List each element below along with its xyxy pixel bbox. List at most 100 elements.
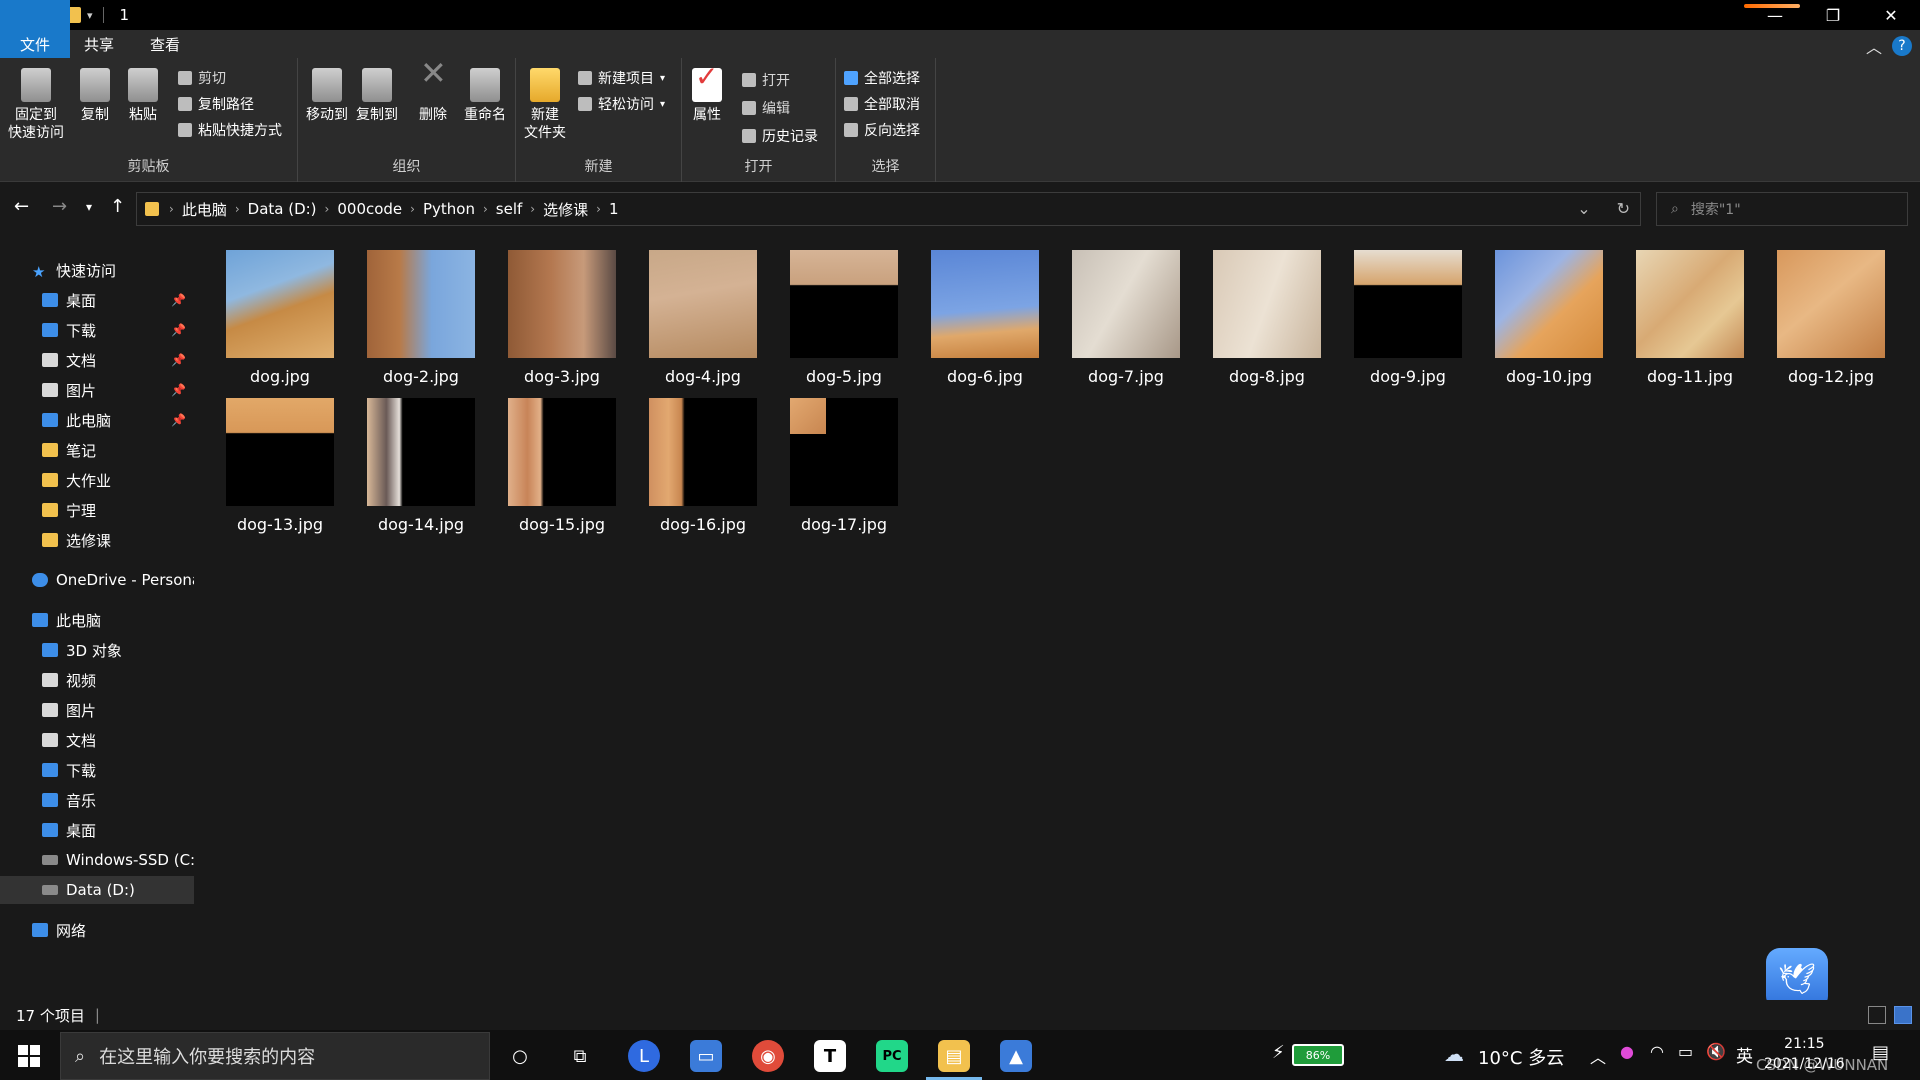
wifi-icon[interactable]: ◠ [1650, 1042, 1664, 1061]
sidebar-item-big-assignment[interactable]: 大作业 [0, 466, 194, 494]
cortana-icon[interactable]: ○ [504, 1040, 536, 1072]
sidebar-item-downloads[interactable]: 下载 📌 [0, 316, 194, 344]
copy-path-button[interactable]: 复制路径 [178, 94, 254, 114]
cut-button[interactable]: 剪切 [178, 68, 226, 88]
pin-icon[interactable]: 📌 [171, 413, 186, 427]
pin-icon[interactable]: 📌 [171, 323, 186, 337]
new-folder-button[interactable]: 新建 文件夹 [524, 68, 566, 142]
sidebar-item-notes[interactable]: 笔记 [0, 436, 194, 464]
taskbar-search-box[interactable]: ⌕ 在这里输入你要搜索的内容 [60, 1032, 490, 1080]
sidebar-item-this-pc-pinned[interactable]: 此电脑 📌 [0, 406, 194, 434]
file-item[interactable]: dog-11.jpg [1626, 246, 1750, 392]
breadcrumb-elective[interactable]: 选修课 [543, 199, 588, 220]
file-item[interactable]: dog-10.jpg [1485, 246, 1609, 392]
notification-center-icon[interactable]: ▤ [1872, 1042, 1889, 1063]
chrome-icon[interactable]: ◉ [752, 1040, 784, 1072]
file-item[interactable]: dog-16.jpg [639, 394, 763, 540]
edit-button[interactable]: 编辑 [742, 98, 790, 118]
restore-button[interactable]: ❐ [1804, 0, 1862, 30]
collapse-ribbon-icon[interactable]: ︿ [1866, 34, 1882, 58]
tab-share[interactable]: 共享 [66, 30, 132, 58]
pin-icon[interactable]: 📌 [171, 353, 186, 367]
lark-app-icon[interactable]: L [628, 1040, 660, 1072]
file-item[interactable]: dog-9.jpg [1344, 246, 1468, 392]
forward-arrow-icon[interactable]: → [52, 196, 67, 217]
select-none-button[interactable]: 全部取消 [844, 94, 920, 114]
file-item[interactable]: dog-12.jpg [1767, 246, 1891, 392]
sidebar-item-desktop-pc[interactable]: 桌面 [0, 816, 194, 844]
file-item[interactable]: dog-17.jpg [780, 394, 904, 540]
easy-access-button[interactable]: 轻松访问 ▾ [578, 94, 665, 114]
sidebar-item-quick-access[interactable]: ★ 快速访问 [0, 256, 194, 284]
file-item[interactable]: dog-14.jpg [357, 394, 481, 540]
properties-button[interactable]: 属性 [692, 68, 722, 124]
sidebar-item-elective[interactable]: 选修课 [0, 526, 194, 554]
pin-quick-access-button[interactable]: 固定到 快速访问 [8, 68, 64, 142]
file-item[interactable]: dog-8.jpg [1203, 246, 1327, 392]
minimize-button[interactable]: — [1746, 0, 1804, 30]
history-button[interactable]: 历史记录 [742, 126, 818, 146]
file-item[interactable]: dog-4.jpg [639, 246, 763, 392]
rename-button[interactable]: 重命名 [464, 68, 506, 124]
sidebar-item-3d-objects[interactable]: 3D 对象 [0, 636, 194, 664]
paste-shortcut-button[interactable]: 粘贴快捷方式 [178, 120, 282, 140]
select-all-button[interactable]: 全部选择 [844, 68, 920, 88]
pin-icon[interactable]: 📌 [171, 293, 186, 307]
delete-button[interactable]: 删除 [418, 64, 448, 124]
refresh-icon[interactable]: ↻ [1617, 199, 1630, 218]
help-icon[interactable]: ? [1892, 36, 1912, 56]
details-view-icon[interactable] [1868, 1006, 1886, 1024]
show-hidden-icons-icon[interactable]: ︿ [1590, 1044, 1606, 1068]
paste-button[interactable]: 粘贴 [128, 68, 158, 124]
breadcrumb-1[interactable]: 1 [609, 200, 619, 218]
file-item[interactable]: dog-6.jpg [921, 246, 1045, 392]
windows-start-icon[interactable] [18, 1045, 40, 1067]
file-item[interactable]: dog-3.jpg [498, 246, 622, 392]
open-button[interactable]: 打开 [742, 70, 790, 90]
task-view-icon[interactable]: ⧉ [564, 1040, 596, 1072]
file-explorer-icon[interactable]: ▤ [938, 1040, 970, 1072]
breadcrumb-data-d[interactable]: Data (D:) [248, 200, 317, 218]
back-arrow-icon[interactable]: ← [14, 196, 29, 217]
sidebar-item-network[interactable]: 网络 [0, 916, 194, 944]
move-to-button[interactable]: 移动到 [306, 68, 348, 124]
copy-to-button[interactable]: 复制到 [356, 68, 398, 124]
sidebar-item-onedrive[interactable]: OneDrive - Persona [0, 566, 194, 594]
file-item[interactable]: dog-7.jpg [1062, 246, 1186, 392]
sidebar-item-drive-c[interactable]: Windows-SSD (C:) [0, 846, 194, 874]
file-item[interactable]: dog.jpg [216, 246, 340, 392]
photos-icon[interactable]: ▲ [1000, 1040, 1032, 1072]
input-method-indicator[interactable]: 英 [1736, 1042, 1753, 1067]
volume-muted-icon[interactable]: 🔇 [1706, 1042, 1726, 1061]
breadcrumb-python[interactable]: Python [423, 200, 475, 218]
breadcrumb-000code[interactable]: 000code [337, 200, 402, 218]
tab-view[interactable]: 查看 [132, 30, 198, 58]
address-history-chevron-icon[interactable]: ⌄ [1577, 199, 1590, 218]
typora-icon[interactable]: T [814, 1040, 846, 1072]
copy-button[interactable]: 复制 [80, 68, 110, 124]
battery-tray-icon[interactable]: ▭ [1678, 1042, 1693, 1061]
computer-app-icon[interactable]: ▭ [690, 1040, 722, 1072]
sidebar-item-this-pc[interactable]: 此电脑 [0, 606, 194, 634]
customize-toolbar-icon[interactable]: ▾ [87, 9, 93, 22]
sidebar-item-videos[interactable]: 视频 [0, 666, 194, 694]
file-item[interactable]: dog-15.jpg [498, 394, 622, 540]
file-item[interactable]: dog-5.jpg [780, 246, 904, 392]
sidebar-item-desktop[interactable]: 桌面 📌 [0, 286, 194, 314]
sidebar-item-ningli[interactable]: 宁理 [0, 496, 194, 524]
sidebar-item-downloads-pc[interactable]: 下载 [0, 756, 194, 784]
new-item-button[interactable]: 新建项目 ▾ [578, 68, 665, 88]
pycharm-icon[interactable]: PC [876, 1040, 908, 1072]
file-item[interactable]: dog-2.jpg [357, 246, 481, 392]
invert-selection-button[interactable]: 反向选择 [844, 120, 920, 140]
address-bar[interactable]: › 此电脑 › Data (D:) › 000code › Python › s… [136, 192, 1641, 226]
sidebar-item-pictures[interactable]: 图片 📌 [0, 376, 194, 404]
breadcrumb-self[interactable]: self [496, 200, 523, 218]
file-item[interactable]: dog-13.jpg [216, 394, 340, 540]
recent-locations-icon[interactable]: ▾ [86, 200, 92, 214]
pin-icon[interactable]: 📌 [171, 383, 186, 397]
close-button[interactable]: ✕ [1862, 0, 1920, 30]
sidebar-item-music[interactable]: 音乐 [0, 786, 194, 814]
qq-tray-icon[interactable]: ● [1620, 1042, 1634, 1061]
sidebar-item-pictures-pc[interactable]: 图片 [0, 696, 194, 724]
